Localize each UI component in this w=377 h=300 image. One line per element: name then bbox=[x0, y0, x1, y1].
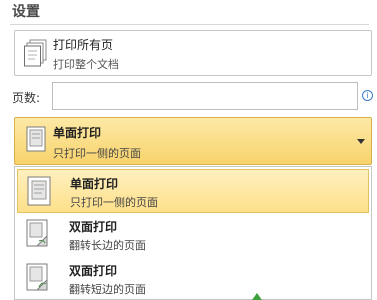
menu-item-title: 双面打印 bbox=[69, 264, 118, 278]
menu-item-subtitle: 只打印一侧的页面 bbox=[70, 196, 158, 209]
menu-item-subtitle: 翻转短边的页面 bbox=[69, 283, 146, 296]
menu-item-title: 双面打印 bbox=[69, 220, 118, 234]
menu-item-subtitle: 翻转长边的页面 bbox=[69, 239, 146, 252]
pages-input[interactable] bbox=[52, 82, 358, 110]
print-scope-subtitle: 打印整个文档 bbox=[53, 58, 119, 71]
settings-section-title: 设置 bbox=[12, 4, 40, 20]
pages-label: 页数: bbox=[12, 91, 41, 105]
info-icon[interactable]: i bbox=[362, 90, 373, 101]
green-triangle-mark bbox=[252, 293, 262, 300]
document-pages-icon bbox=[24, 39, 48, 67]
chevron-down-icon[interactable] bbox=[357, 139, 365, 144]
duplex-short-edge-icon bbox=[25, 263, 51, 293]
section-divider bbox=[10, 24, 369, 25]
print-scope-title: 打印所有页 bbox=[53, 38, 114, 52]
print-sides-subtitle: 只打印一侧的页面 bbox=[53, 147, 141, 160]
print-sides-title: 单面打印 bbox=[53, 126, 102, 140]
single-sided-icon bbox=[24, 126, 48, 154]
menu-item-title: 单面打印 bbox=[70, 177, 119, 191]
print-sides-dropdown[interactable]: 单面打印 只打印一侧的页面 bbox=[14, 117, 372, 165]
print-scope-dropdown[interactable]: 打印所有页 打印整个文档 bbox=[14, 30, 372, 76]
menu-item-duplex-long-edge[interactable]: 双面打印 翻转长边的页面 bbox=[17, 213, 369, 257]
single-sided-icon bbox=[26, 176, 52, 206]
menu-item-duplex-short-edge[interactable]: 双面打印 翻转短边的页面 bbox=[17, 257, 369, 299]
menu-item-single-sided[interactable]: 单面打印 只打印一侧的页面 bbox=[17, 169, 369, 213]
duplex-long-edge-icon bbox=[25, 219, 51, 249]
print-sides-menu: 单面打印 只打印一侧的页面 双面打印 翻转长边的页面 双面打印 翻转短边的页面 bbox=[14, 166, 372, 300]
